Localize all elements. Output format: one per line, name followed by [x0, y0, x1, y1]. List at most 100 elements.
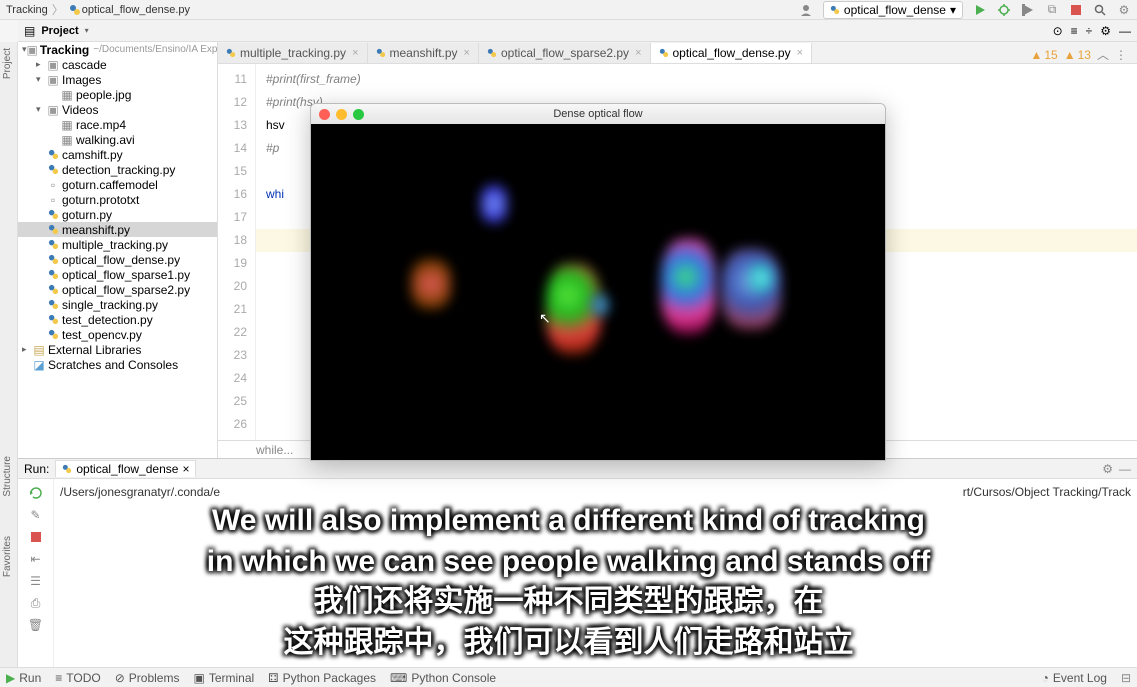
window-titlebar[interactable]: Dense optical flow [311, 104, 885, 124]
lock-icon[interactable]: ⊟ [1121, 671, 1131, 685]
project-toolbar: ▤ Project ▾ ⊙ ≡ ÷ ⚙ — [18, 20, 1137, 42]
settings-icon[interactable]: ⚙ [1117, 3, 1131, 17]
close-icon[interactable]: × [797, 47, 803, 59]
tree-item[interactable]: detection_tracking.py [18, 162, 217, 177]
tree-item[interactable]: ▦walking.avi [18, 132, 217, 147]
warnings-badge[interactable]: ▲15 [1030, 48, 1057, 62]
left-tool-strip: Project Structure Favorites [0, 42, 18, 667]
run-panel-header: Run: optical_flow_dense × ⚙ — [18, 459, 1137, 479]
tree-item[interactable]: ▾▣Images [18, 72, 217, 87]
tree-item[interactable]: optical_flow_dense.py [18, 252, 217, 267]
py-icon [46, 224, 60, 235]
editor-tab[interactable]: meanshift.py× [368, 43, 479, 63]
project-toolbar-label[interactable]: Project [41, 25, 78, 37]
py-icon [46, 314, 60, 325]
bottom-problems[interactable]: ⊘Problems [115, 671, 180, 685]
gear-icon[interactable]: ⚙ [1102, 462, 1113, 476]
search-icon[interactable] [1093, 3, 1107, 17]
layout-icon[interactable]: ☰ [28, 573, 44, 589]
console-icon: ⌨ [390, 671, 407, 685]
vid-icon: ▦ [60, 118, 74, 132]
step-icon[interactable]: ⇤ [28, 551, 44, 567]
bottom-console[interactable]: ⌨Python Console [390, 671, 496, 685]
close-icon[interactable]: × [464, 47, 470, 59]
tree-item[interactable]: test_detection.py [18, 312, 217, 327]
tree-item[interactable]: meanshift.py [18, 222, 217, 237]
editor-tab[interactable]: multiple_tracking.py× [218, 43, 368, 63]
gear-icon[interactable]: ⚙ [1100, 24, 1111, 38]
more-icon[interactable]: ⋮ [1115, 48, 1127, 62]
tree-item[interactable]: ▦race.mp4 [18, 117, 217, 132]
tree-item[interactable]: ▾▣Videos [18, 102, 217, 117]
tree-item[interactable]: ▸▣cascade [18, 57, 217, 72]
warning-icon: ▲ [1030, 48, 1042, 62]
tree-item[interactable]: multiple_tracking.py [18, 237, 217, 252]
tree-item[interactable]: ▦people.jpg [18, 87, 217, 102]
tree-item[interactable]: single_tracking.py [18, 297, 217, 312]
tree-item[interactable]: ▫goturn.caffemodel [18, 177, 217, 192]
bottom-run[interactable]: ▶Run [6, 671, 41, 685]
tree-item[interactable]: ▫goturn.prototxt [18, 192, 217, 207]
stop-button[interactable] [1069, 3, 1083, 17]
breadcrumb-bar: Tracking 〉 optical_flow_dense.py optical… [0, 0, 1137, 20]
problems-icon: ⊘ [115, 671, 125, 685]
project-tree[interactable]: ▾ ▣ Tracking ~/Documents/Ensino/IA Expe … [18, 42, 218, 458]
window-title: Dense optical flow [311, 108, 885, 120]
window-zoom-icon[interactable] [353, 109, 364, 120]
chevron-down-icon[interactable]: ▾ [85, 26, 89, 35]
print-icon[interactable]: ⎙ [28, 595, 44, 611]
debug-button[interactable] [997, 3, 1011, 17]
rerun-button[interactable] [28, 485, 44, 501]
profile-button[interactable]: ⧉ [1045, 3, 1059, 17]
window-close-icon[interactable] [319, 109, 330, 120]
breadcrumb-root[interactable]: Tracking [6, 4, 48, 16]
trash-icon[interactable]: 🗑 [28, 617, 44, 633]
tree-root[interactable]: ▾ ▣ Tracking ~/Documents/Ensino/IA Expe [18, 42, 217, 57]
bottom-terminal[interactable]: ▣Terminal [193, 671, 254, 685]
hide-icon[interactable]: — [1119, 24, 1131, 38]
tree-item[interactable]: test_opencv.py [18, 327, 217, 342]
tree-item[interactable]: optical_flow_sparse1.py [18, 267, 217, 282]
chevron-down-icon: ▾ [950, 3, 956, 17]
packages-icon: ⚃ [268, 671, 278, 685]
editor-tab[interactable]: optical_flow_dense.py× [651, 43, 813, 63]
py-icon [46, 239, 60, 250]
file-icon: ▫ [46, 178, 60, 192]
hide-icon[interactable]: — [1119, 462, 1131, 476]
sidetab-structure[interactable]: Structure [2, 456, 13, 497]
bottom-eventlog[interactable]: ◔Event Log [1042, 671, 1107, 685]
collapse-icon[interactable]: ÷ [1086, 24, 1093, 38]
tree-scratches[interactable]: ◪ Scratches and Consoles [18, 357, 217, 372]
errors-badge[interactable]: ▲13 [1064, 48, 1091, 62]
tree-item[interactable]: optical_flow_sparse2.py [18, 282, 217, 297]
close-icon[interactable]: × [352, 47, 358, 59]
run-tab[interactable]: optical_flow_dense × [55, 460, 196, 477]
sidetab-project[interactable]: Project [2, 48, 13, 79]
breadcrumb-file[interactable]: optical_flow_dense.py [82, 4, 190, 16]
chevron-up-icon[interactable]: ︿ [1097, 46, 1109, 63]
run-output[interactable]: /Users/jonesgranatyr/.conda/ert/Cursos/O… [54, 479, 1137, 670]
close-icon[interactable]: × [182, 462, 189, 476]
bottom-packages[interactable]: ⚃Python Packages [268, 671, 376, 685]
window-minimize-icon[interactable] [336, 109, 347, 120]
locate-icon[interactable]: ⊙ [1053, 24, 1063, 38]
py-icon [46, 284, 60, 295]
tool-wrench-icon[interactable]: ✎ [28, 507, 44, 523]
sidetab-favorites[interactable]: Favorites [2, 536, 13, 577]
py-icon [46, 269, 60, 280]
bottom-todo[interactable]: ≡TODO [55, 671, 100, 685]
run-config-selector[interactable]: optical_flow_dense ▾ [823, 1, 963, 19]
todo-icon: ≡ [55, 671, 62, 685]
folder-icon: ▣ [46, 73, 60, 87]
tree-item[interactable]: goturn.py [18, 207, 217, 222]
video-window[interactable]: Dense optical flow ↖ [310, 103, 886, 461]
editor-tab[interactable]: optical_flow_sparse2.py× [479, 43, 651, 63]
coverage-button[interactable] [1021, 3, 1035, 17]
close-icon[interactable]: × [635, 47, 641, 59]
stop-button[interactable] [28, 529, 44, 545]
tree-external-libs[interactable]: ▸ ▤ External Libraries [18, 342, 217, 357]
expand-icon[interactable]: ≡ [1071, 24, 1078, 38]
tree-item[interactable]: camshift.py [18, 147, 217, 162]
run-button[interactable] [973, 3, 987, 17]
user-icon[interactable] [799, 3, 813, 17]
